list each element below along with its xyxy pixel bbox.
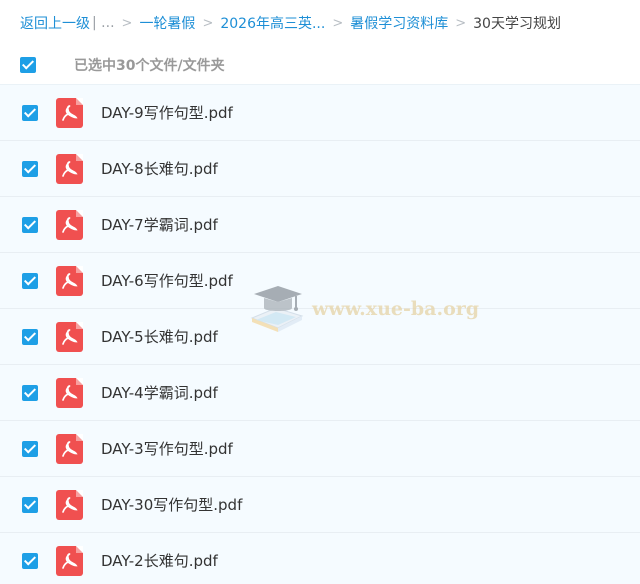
file-row[interactable]: DAY-4学霸词.pdf	[0, 364, 640, 420]
pdf-file-icon	[56, 153, 83, 184]
file-checkbox[interactable]	[22, 328, 38, 345]
breadcrumb-separator: >	[455, 15, 467, 31]
file-row[interactable]: DAY-7学霸词.pdf	[0, 196, 640, 252]
file-name[interactable]: DAY-2长难句.pdf	[101, 550, 218, 571]
file-name[interactable]: DAY-5长难句.pdf	[101, 326, 218, 347]
breadcrumb: 返回上一级 | ... > 一轮暑假 > 2026年高三英... > 暑假学习资…	[0, 0, 640, 46]
breadcrumb-ellipsis[interactable]: | ...	[92, 15, 115, 31]
file-checkbox[interactable]	[22, 496, 38, 513]
breadcrumb-current: 30天学习规划	[473, 16, 561, 32]
breadcrumb-item-course[interactable]: 2026年高三英...	[220, 13, 325, 33]
file-name[interactable]: DAY-7学霸词.pdf	[101, 214, 218, 235]
file-row[interactable]: DAY-5长难句.pdf	[0, 308, 640, 364]
pdf-file-icon	[56, 321, 83, 352]
file-name[interactable]: DAY-4学霸词.pdf	[101, 382, 218, 403]
selection-count: 已选中30个文件/文件夹	[74, 58, 225, 74]
pdf-file-icon	[56, 545, 83, 576]
back-link[interactable]: 返回上一级	[20, 13, 90, 33]
select-all-checkbox[interactable]	[20, 57, 36, 73]
file-checkbox[interactable]	[22, 272, 38, 289]
select-all-bar: 已选中30个文件/文件夹	[0, 46, 640, 84]
pdf-file-icon	[56, 265, 83, 296]
file-name[interactable]: DAY-9写作句型.pdf	[101, 102, 233, 123]
pdf-file-icon	[56, 209, 83, 240]
breadcrumb-separator: >	[202, 15, 214, 31]
file-row[interactable]: DAY-8长难句.pdf	[0, 140, 640, 196]
file-checkbox[interactable]	[22, 216, 38, 233]
file-row[interactable]: DAY-30写作句型.pdf	[0, 476, 640, 532]
file-name[interactable]: DAY-30写作句型.pdf	[101, 494, 242, 515]
file-row[interactable]: DAY-9写作句型.pdf	[0, 84, 640, 140]
file-checkbox[interactable]	[22, 440, 38, 457]
file-row[interactable]: DAY-2长难句.pdf	[0, 532, 640, 584]
file-name[interactable]: DAY-6写作句型.pdf	[101, 270, 233, 291]
file-browser-page: 返回上一级 | ... > 一轮暑假 > 2026年高三英... > 暑假学习资…	[0, 0, 640, 584]
pdf-file-icon	[56, 97, 83, 128]
breadcrumb-separator: >	[121, 15, 133, 31]
file-name[interactable]: DAY-3写作句型.pdf	[101, 438, 233, 459]
file-checkbox[interactable]	[22, 104, 38, 121]
file-checkbox[interactable]	[22, 160, 38, 177]
file-name[interactable]: DAY-8长难句.pdf	[101, 158, 218, 179]
file-row[interactable]: DAY-6写作句型.pdf	[0, 252, 640, 308]
pdf-file-icon	[56, 433, 83, 464]
breadcrumb-separator: >	[332, 15, 344, 31]
pdf-file-icon	[56, 377, 83, 408]
breadcrumb-item-summer[interactable]: 一轮暑假	[139, 13, 195, 33]
file-checkbox[interactable]	[22, 552, 38, 569]
breadcrumb-item-library[interactable]: 暑假学习资料库	[350, 13, 448, 33]
file-row[interactable]: DAY-3写作句型.pdf	[0, 420, 640, 476]
file-checkbox[interactable]	[22, 384, 38, 401]
pdf-file-icon	[56, 489, 83, 520]
file-list: DAY-9写作句型.pdf DAY-8长难句.pdf DAY-7学霸词.pdf …	[0, 84, 640, 584]
